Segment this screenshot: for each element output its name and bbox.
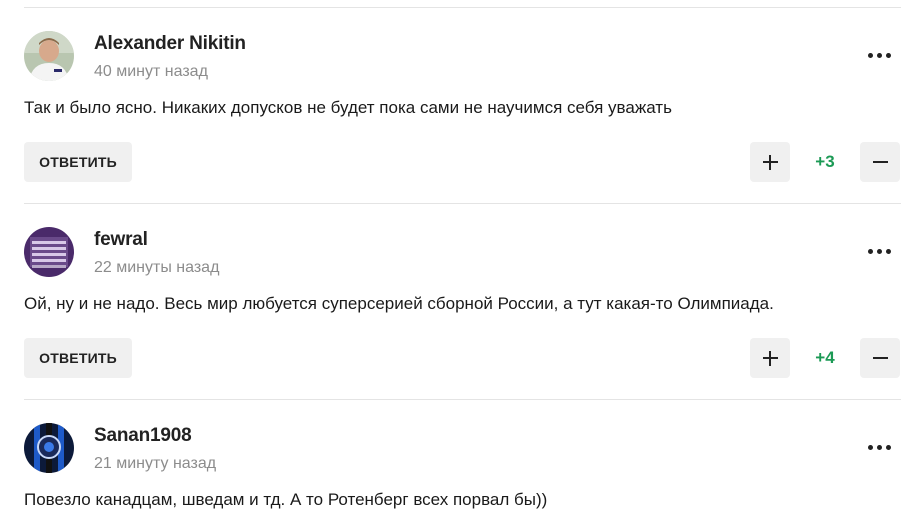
upvote-button[interactable]	[750, 142, 790, 182]
minus-icon	[873, 357, 888, 359]
avatar-photo	[24, 31, 74, 81]
user-avatar[interactable]	[24, 31, 74, 81]
more-options-icon[interactable]	[866, 441, 894, 455]
divider	[24, 7, 901, 8]
divider	[24, 203, 901, 204]
plus-icon	[769, 351, 771, 366]
comment-timestamp: 21 минуту назад	[94, 455, 217, 472]
more-options-icon[interactable]	[866, 49, 894, 63]
avatar-photo	[24, 227, 74, 277]
user-avatar[interactable]	[24, 423, 74, 473]
reply-button[interactable]: ОТВЕТИТЬ	[24, 142, 132, 182]
downvote-button[interactable]	[860, 338, 900, 378]
avatar-photo	[24, 423, 74, 473]
comment-author[interactable]: Alexander Nikitin	[94, 33, 246, 55]
comment-text: Так и было ясно. Никаких допусков не буд…	[24, 98, 672, 117]
divider	[24, 399, 901, 400]
plus-icon	[769, 155, 771, 170]
comment-text: Ой, ну и не надо. Весь мир любуется супе…	[24, 294, 774, 313]
comment-author[interactable]: Sanan1908	[94, 425, 192, 447]
comment-timestamp: 40 минут назад	[94, 63, 208, 80]
vote-score: +4	[815, 348, 835, 367]
reply-button[interactable]: ОТВЕТИТЬ	[24, 338, 132, 378]
comment-text: Повезло канадцам, шведам и тд. А то Роте…	[24, 490, 548, 509]
comment-author[interactable]: fewral	[94, 229, 148, 251]
vote-score: +3	[815, 152, 835, 171]
user-avatar[interactable]	[24, 227, 74, 277]
more-options-icon[interactable]	[866, 245, 894, 259]
minus-icon	[873, 161, 888, 163]
upvote-button[interactable]	[750, 338, 790, 378]
comment-timestamp: 22 минуты назад	[94, 259, 220, 276]
downvote-button[interactable]	[860, 142, 900, 182]
